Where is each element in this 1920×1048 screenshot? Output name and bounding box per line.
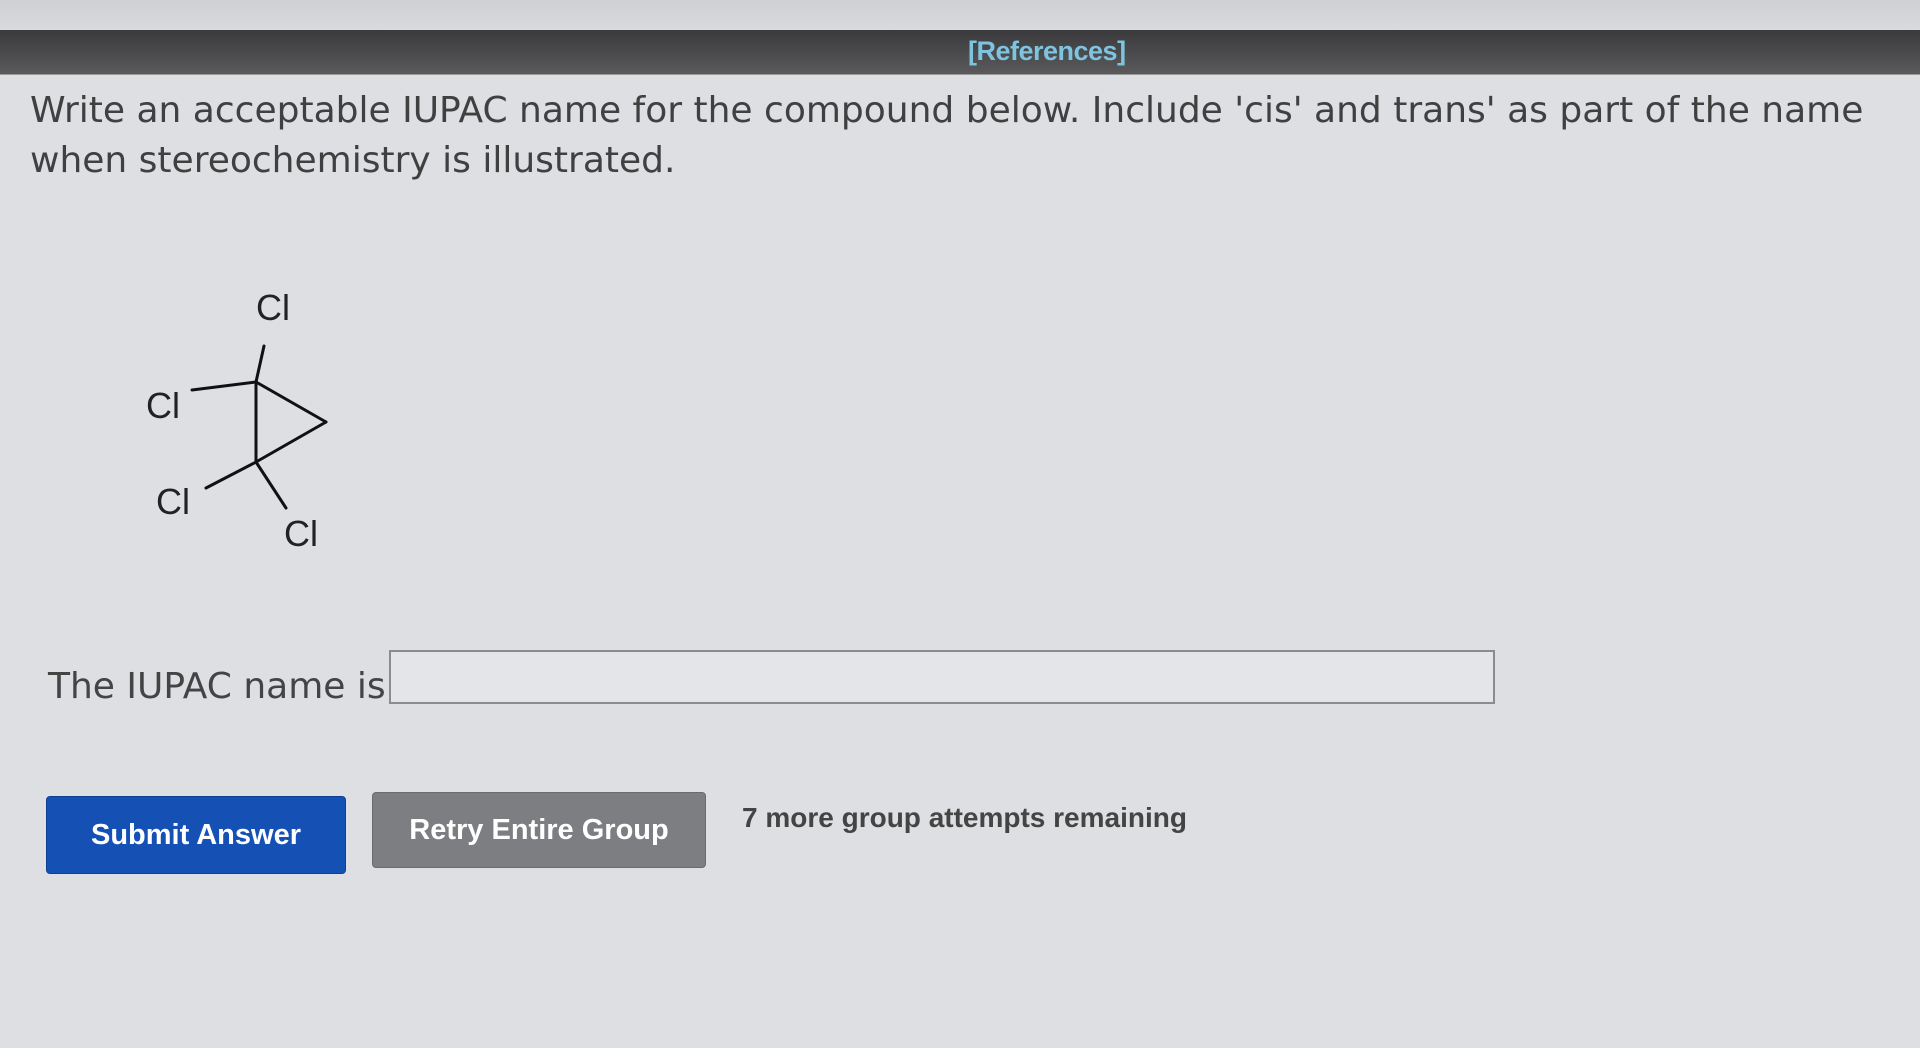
attempts-remaining-text: 7 more group attempts remaining — [742, 802, 1187, 833]
bond-lower-right-cl — [254, 460, 288, 510]
question-prompt: Write an acceptable IUPAC name for the c… — [30, 90, 1864, 181]
references-bar — [0, 30, 1920, 74]
bond-left-cl — [190, 380, 258, 392]
answer-label: The IUPAC name is — [48, 666, 386, 707]
bond-lower-left-cl — [204, 460, 258, 490]
cl-label-lower-right: Cl — [284, 513, 318, 554]
bond-top-cl — [254, 344, 266, 384]
ring-bond-top-right — [254, 380, 328, 424]
cl-label-lower-left: Cl — [156, 481, 190, 522]
retry-entire-group-button[interactable]: Retry Entire Group — [372, 792, 706, 868]
submit-answer-button[interactable]: Submit Answer — [46, 796, 346, 874]
cl-label-left: Cl — [146, 385, 180, 426]
top-strip — [0, 0, 1920, 30]
ring-bond-right-bottom — [254, 420, 328, 464]
iupac-name-input[interactable] — [389, 650, 1495, 704]
references-link[interactable]: [References] — [968, 36, 1126, 67]
molecule-structure: Cl Cl Cl Cl — [146, 287, 328, 554]
cl-label-top: Cl — [256, 287, 290, 328]
